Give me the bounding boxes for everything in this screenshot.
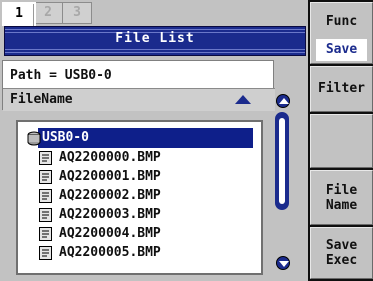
column-header[interactable]: FileName — [3, 88, 275, 111]
page-title: File List — [115, 31, 195, 46]
func-label: Func — [325, 14, 358, 29]
main-panel: 1 2 3 File List Path = USB0-0 FileName U… — [0, 0, 308, 281]
page-tabs: 1 2 3 — [2, 2, 122, 26]
tab-2[interactable]: 2 — [33, 2, 63, 24]
softkey-panel: Func Save Filter File Name Save Exec — [308, 0, 373, 281]
column-header-filename: FileName — [10, 92, 73, 107]
file-name: AQ2200004.BMP — [59, 226, 161, 241]
func-softkey[interactable]: Func Save — [310, 2, 373, 64]
tab-3[interactable]: 3 — [62, 2, 92, 24]
file-name: AQ2200000.BMP — [59, 150, 161, 165]
file-list-item[interactable]: AQ2200001.BMP — [18, 167, 263, 187]
document-icon — [39, 246, 52, 260]
file-list-item[interactable]: AQ2200004.BMP — [18, 224, 263, 244]
path-label: Path = USB0-0 — [10, 68, 112, 83]
file-name-label-line1: File — [325, 183, 358, 198]
save-exec-softkey[interactable]: Save Exec — [310, 227, 373, 279]
file-list-item[interactable]: AQ2200003.BMP — [18, 205, 263, 225]
tree-root-label: USB0-0 — [42, 130, 89, 145]
filter-label: Filter — [318, 81, 365, 96]
path-panel: Path = USB0-0 FileName — [2, 60, 275, 111]
document-icon — [39, 170, 52, 184]
save-exec-label-line1: Save — [325, 238, 358, 253]
file-list-title-bar: File List — [4, 26, 306, 56]
file-name-softkey[interactable]: File Name — [310, 170, 373, 225]
tree-root-item[interactable]: USB0-0 — [18, 128, 263, 148]
file-name: AQ2200001.BMP — [59, 169, 161, 184]
file-name: AQ2200003.BMP — [59, 207, 161, 222]
filter-softkey[interactable]: Filter — [310, 66, 373, 112]
tab-1[interactable]: 1 — [2, 2, 36, 26]
document-icon — [39, 151, 52, 165]
file-name: AQ2200002.BMP — [59, 188, 161, 203]
sort-ascending-icon[interactable] — [235, 95, 251, 104]
blank-softkey[interactable] — [310, 114, 373, 168]
func-value-save: Save — [316, 39, 367, 61]
document-icon — [39, 189, 52, 203]
file-list-item[interactable]: AQ2200000.BMP — [18, 148, 263, 168]
file-list-item[interactable]: AQ2200005.BMP — [18, 243, 263, 263]
scrollbar-thumb[interactable] — [275, 112, 289, 210]
file-name: AQ2200005.BMP — [59, 245, 161, 260]
document-icon — [39, 227, 52, 241]
file-tree: USB0-0 AQ2200000.BMP AQ2200001.BMP AQ220… — [16, 120, 263, 275]
scroll-up-button[interactable] — [276, 94, 290, 108]
scroll-down-button[interactable] — [276, 256, 290, 270]
file-list-item[interactable]: AQ2200002.BMP — [18, 186, 263, 206]
file-name-label-line2: Name — [325, 198, 358, 213]
save-exec-label-line2: Exec — [325, 253, 358, 268]
drive-icon — [27, 131, 41, 146]
document-icon — [39, 208, 52, 222]
